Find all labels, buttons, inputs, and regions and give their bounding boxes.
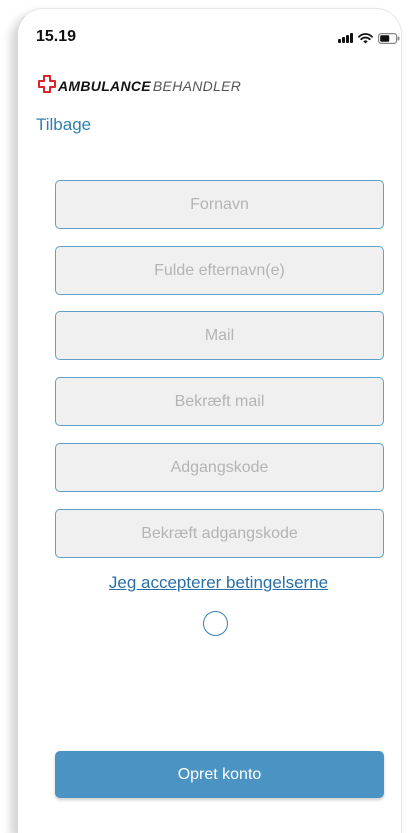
terms-link[interactable]: Jeg accepterer betingelserne (0, 573, 411, 593)
last-name-input[interactable] (55, 246, 384, 295)
first-name-input[interactable] (55, 180, 384, 229)
password-input[interactable] (55, 443, 384, 492)
app-logo: AMBULANCE BEHANDLER (38, 74, 242, 98)
battery-icon (378, 32, 400, 44)
red-cross-icon (38, 74, 56, 98)
terms-accept-radio[interactable] (203, 611, 228, 636)
signal-icon (338, 33, 353, 43)
wifi-icon (358, 32, 373, 44)
email-input[interactable] (55, 311, 384, 360)
email-confirm-input[interactable] (55, 377, 384, 426)
create-account-button[interactable]: Opret konto (55, 751, 384, 798)
logo-text-ambulance: AMBULANCE (58, 78, 151, 94)
password-confirm-input[interactable] (55, 509, 384, 558)
back-button[interactable]: Tilbage (36, 115, 91, 135)
status-time: 15.19 (36, 28, 77, 45)
status-icons (338, 31, 400, 45)
logo-text-behandler: BEHANDLER (152, 78, 242, 94)
